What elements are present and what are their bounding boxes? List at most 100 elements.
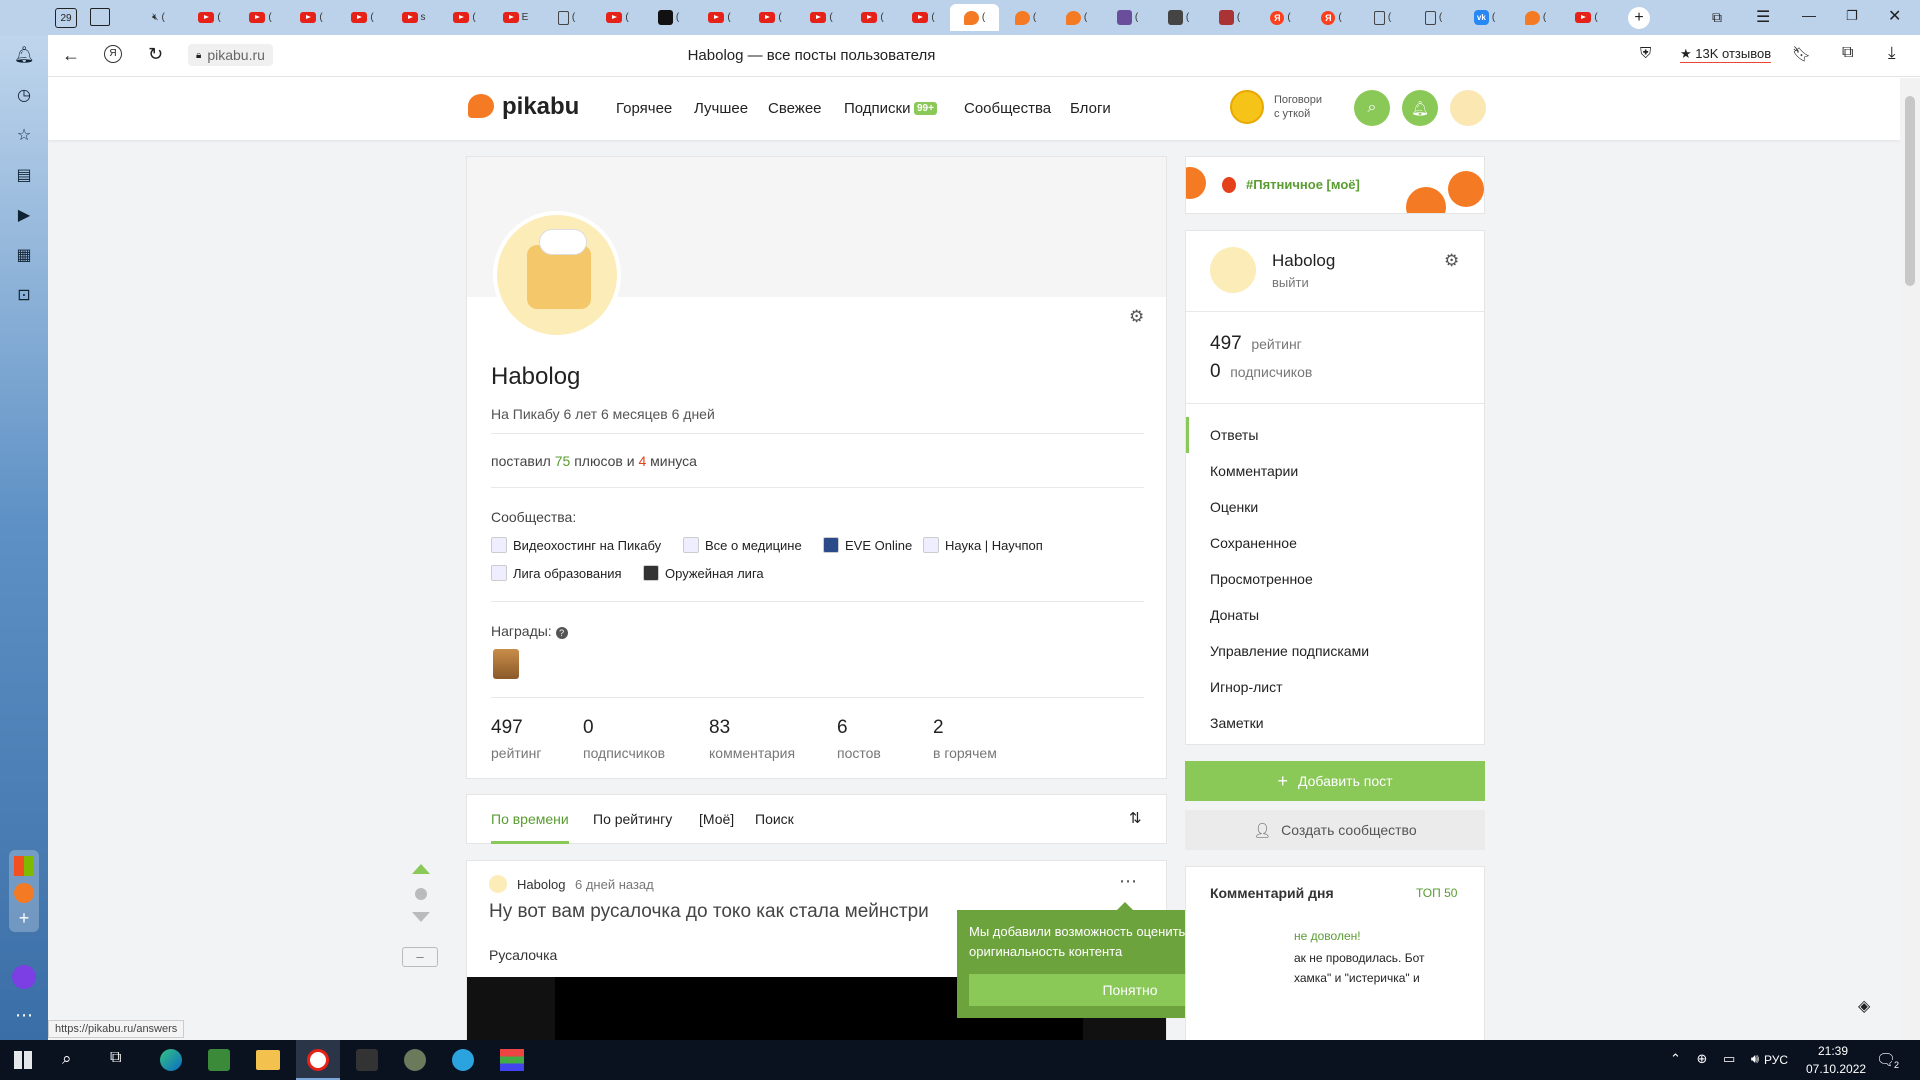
browser-tab[interactable]: ( (287, 4, 336, 31)
banner-tag[interactable]: #Пятничное [моё] (1246, 177, 1360, 192)
collections-icon[interactable]: ▤ (14, 166, 34, 186)
tab-search[interactable]: Поиск (755, 811, 794, 827)
tab-by-time[interactable]: По времени (491, 811, 569, 827)
browser-tab[interactable]: ( (1052, 4, 1101, 31)
user-settings-icon[interactable]: ⚙ (1444, 251, 1459, 271)
header-avatar[interactable] (1450, 90, 1486, 126)
post-author-avatar[interactable] (489, 875, 507, 893)
browser-tab[interactable]: ( (236, 4, 285, 31)
add-post-button[interactable]: + Добавить пост (1185, 761, 1485, 801)
start-icon[interactable] (14, 1051, 32, 1069)
browser-tab[interactable]: ( (1205, 4, 1254, 31)
user-avatar[interactable] (1210, 247, 1256, 293)
browser-tab[interactable]: ( (593, 4, 642, 31)
menu-icon[interactable]: ☰ (1756, 7, 1770, 27)
nav-blogs[interactable]: Блоги (1070, 100, 1111, 117)
pikabu-logo-icon[interactable] (468, 94, 494, 118)
stat-subscribers[interactable]: 0 подписчиков (583, 717, 665, 761)
browser-tab[interactable]: ( (1409, 4, 1458, 31)
nav-subscriptions[interactable]: Подписки (844, 100, 911, 117)
browser-tab[interactable]: ( (440, 4, 489, 31)
community-link[interactable]: Все о медицине (683, 537, 802, 553)
browser-tab[interactable]: ( (1154, 4, 1203, 31)
more-icon[interactable]: ⋯ (12, 1005, 36, 1026)
explorer-icon[interactable] (256, 1050, 280, 1070)
browser-tab[interactable]: ( (1103, 4, 1152, 31)
user-name[interactable]: Habolog (1272, 251, 1335, 271)
tab-mine[interactable]: [Моё] (699, 811, 734, 827)
clock-time[interactable]: 21:39 (1818, 1044, 1848, 1058)
post-author[interactable]: Habolog (517, 877, 565, 892)
edge-icon[interactable] (160, 1049, 182, 1071)
nav-communities[interactable]: Сообщества (964, 100, 1051, 117)
browser-tab[interactable]: ( (746, 4, 795, 31)
browser-tab[interactable]: ( (1562, 4, 1611, 31)
community-link[interactable]: Наука | Научпоп (923, 537, 1043, 553)
protect-icon[interactable]: ⛨ (1640, 45, 1651, 62)
task-view-icon[interactable]: ⧉ (110, 1049, 121, 1067)
menu-saved[interactable]: Сохраненное (1210, 535, 1297, 551)
history-icon[interactable]: ◷ (14, 86, 34, 106)
collapse-button[interactable]: – (402, 947, 438, 967)
browser-tab[interactable]: ( (899, 4, 948, 31)
windows-app-icon[interactable] (14, 856, 34, 876)
collections-toolbar-icon[interactable]: ⧉ (1842, 44, 1853, 62)
browser-tab[interactable]: Я( (1307, 4, 1356, 31)
nav-hot[interactable]: Горячее (616, 100, 672, 117)
community-link[interactable]: Видеохостинг на Пикабу (491, 537, 661, 553)
reviews-link[interactable]: ★ 13K отзывов (1680, 46, 1772, 63)
community-link[interactable]: Лига образования (491, 565, 622, 581)
clock-date[interactable]: 07.10.2022 (1806, 1062, 1866, 1076)
duck-icon[interactable] (1230, 90, 1264, 124)
add-app-icon[interactable]: + (14, 908, 34, 928)
menu-viewed[interactable]: Просмотренное (1210, 571, 1313, 587)
post-title[interactable]: Ну вот вам русалочка до токо как стала м… (489, 901, 929, 923)
menu-donations[interactable]: Донаты (1210, 607, 1259, 623)
browser-tab[interactable]: ( (695, 4, 744, 31)
community-link[interactable]: Оружейная лига (643, 565, 764, 581)
download-icon[interactable]: ⤓ (1888, 43, 1896, 63)
stat-posts[interactable]: 6 постов (837, 717, 881, 761)
close-button[interactable]: ✕ (1888, 6, 1901, 26)
menu-answers[interactable]: Ответы (1210, 427, 1258, 443)
scrollbar-thumb[interactable] (1905, 96, 1915, 286)
stat-comments[interactable]: 83 комментария (709, 717, 795, 761)
calendar-icon[interactable]: ▦ (14, 246, 34, 266)
post-more-icon[interactable]: ⋯ (1119, 871, 1137, 892)
browser-tab[interactable]: ( (797, 4, 846, 31)
bell-icon[interactable]: 🔔︎ (14, 46, 34, 66)
browser-tab[interactable]: ( (950, 4, 999, 31)
create-community-button[interactable]: 👤︎ Создать сообщество (1185, 810, 1485, 850)
browser-tab[interactable]: Я( (1256, 4, 1305, 31)
browser-tab[interactable]: E (491, 4, 540, 31)
pikabu-app-icon[interactable] (14, 883, 34, 903)
browser-tab[interactable]: ( (542, 4, 591, 31)
top50-link[interactable]: ТОП 50 (1416, 886, 1457, 900)
new-tab-group-icon[interactable] (90, 8, 110, 26)
menu-manage-subs[interactable]: Управление подписками (1210, 643, 1369, 659)
tabs-menu-icon[interactable]: ⧉ (1712, 9, 1722, 26)
yandex-browser-task[interactable] (296, 1040, 340, 1080)
sort-icon[interactable]: ⇅ (1129, 809, 1142, 827)
upvote-icon[interactable] (412, 864, 430, 874)
maximize-button[interactable]: ❐ (1846, 8, 1858, 24)
menu-notes[interactable]: Заметки (1210, 715, 1264, 731)
stat-hot[interactable]: 2в горячем (933, 717, 997, 761)
promo-banner[interactable]: #Пятничное [моё] (1185, 156, 1485, 214)
tab-by-rating[interactable]: По рейтингу (593, 811, 672, 827)
post-tag[interactable]: Русалочка (489, 947, 557, 963)
gear-icon[interactable]: ⚙ (1129, 307, 1144, 327)
search-taskbar-icon[interactable]: ⌕ (62, 1049, 72, 1069)
screenshot-icon[interactable]: ⊡ (14, 286, 34, 306)
app-icon-gray[interactable] (404, 1049, 426, 1071)
community-link[interactable]: EVE Online (823, 537, 912, 553)
downvote-icon[interactable] (412, 912, 430, 922)
browser-tab[interactable]: s (389, 4, 438, 31)
paint-bucket-icon[interactable]: ◈ (1858, 996, 1870, 1016)
minimize-button[interactable]: — (1802, 7, 1816, 23)
video-icon[interactable]: ▶ (14, 206, 34, 226)
menu-ignore-list[interactable]: Игнор-лист (1210, 679, 1283, 695)
menu-ratings[interactable]: Оценки (1210, 499, 1258, 515)
question-icon[interactable]: ? (555, 627, 568, 639)
browser-tab[interactable]: 🔇︎( (134, 4, 183, 31)
